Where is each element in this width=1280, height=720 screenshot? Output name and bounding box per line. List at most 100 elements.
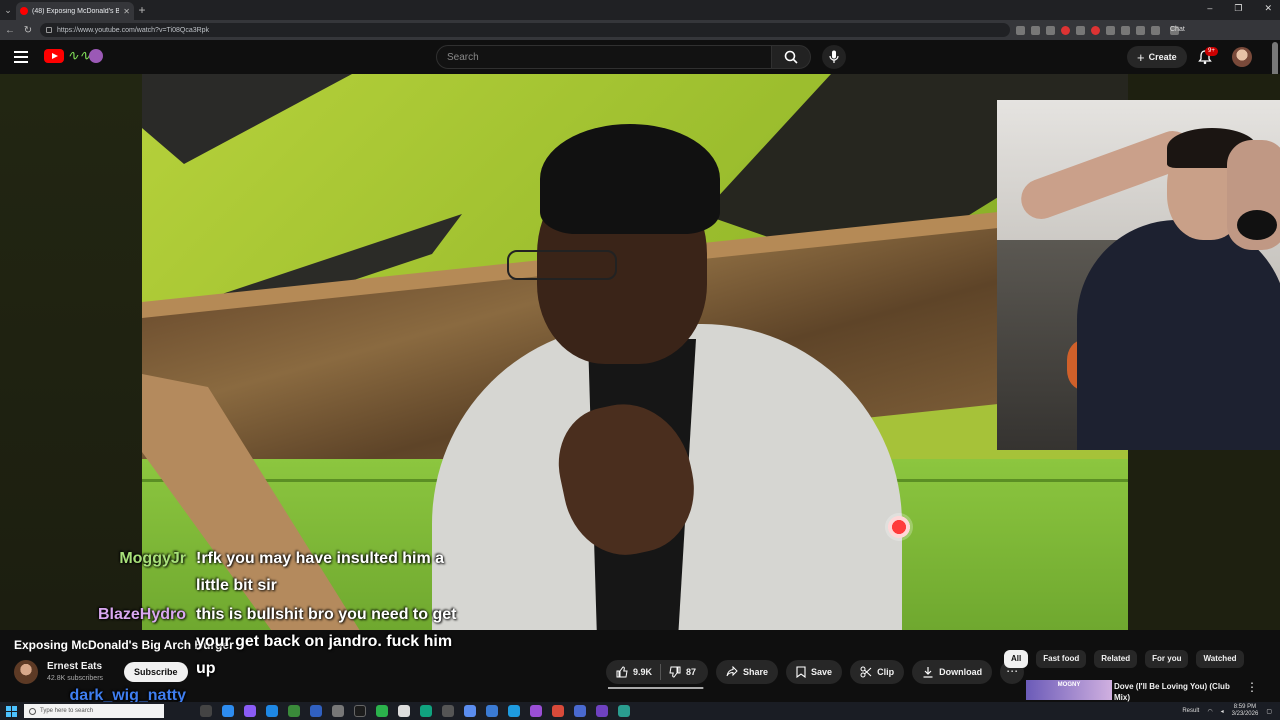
channel-avatar[interactable] xyxy=(14,660,38,684)
like-count: 9.9K xyxy=(633,667,653,677)
new-tab-plus-icon[interactable]: + xyxy=(134,3,150,17)
recommendation-title[interactable]: Dove (I'll Be Loving You) (Club Mix) xyxy=(1114,681,1240,703)
zoom-icon[interactable] xyxy=(1031,25,1040,35)
copilot-chat-button[interactable]: Chat xyxy=(1170,25,1185,35)
chat-message-line: !rfk you may have insulted him a xyxy=(196,550,445,567)
url-field[interactable]: https://www.youtube.com/watch?v=Ti08Qca3… xyxy=(40,23,1010,37)
clock-date: 3/23/2026 xyxy=(1231,711,1259,717)
windows-taskbar: Type here to search Result ◠ ◂ 8:59 PM 3… xyxy=(0,702,1280,720)
download-button[interactable]: Download xyxy=(912,660,993,684)
reload-icon[interactable]: ↻ xyxy=(22,25,34,36)
app-green-icon[interactable] xyxy=(288,705,300,717)
microphone-icon xyxy=(829,50,839,63)
like-button[interactable]: 9.9K xyxy=(616,666,660,678)
app-icon[interactable] xyxy=(486,705,498,717)
app-dark-icon[interactable] xyxy=(354,705,366,717)
app-icon[interactable] xyxy=(574,705,586,717)
profile-icon[interactable] xyxy=(1136,25,1145,35)
channel-name[interactable]: Ernest Eats xyxy=(47,661,102,672)
like-ratio-bar xyxy=(608,687,704,689)
extension-icon[interactable] xyxy=(1106,25,1115,35)
recommendation-chips: All Fast food Related For you Watched xyxy=(1004,650,1244,668)
tray-label[interactable]: Result xyxy=(1182,708,1199,714)
dislike-count: 87 xyxy=(686,667,697,677)
doodle-scribble-icon: ∿∿ xyxy=(67,48,91,64)
taskbar-clock[interactable]: 8:59 PM 3/23/2026 xyxy=(1232,704,1259,718)
chip-watched[interactable]: Watched xyxy=(1196,650,1244,668)
streamer-webcam-overlay xyxy=(997,100,1280,450)
bookmark-star-icon[interactable] xyxy=(1046,25,1055,35)
taskbar-search-input[interactable]: Type here to search xyxy=(24,704,164,718)
clip-button[interactable]: Clip xyxy=(850,660,905,684)
obs-icon[interactable] xyxy=(596,705,608,717)
app-gray-icon[interactable] xyxy=(332,705,344,717)
search-button[interactable] xyxy=(771,45,811,69)
app-blue-icon[interactable] xyxy=(310,705,322,717)
account-avatar[interactable] xyxy=(1232,47,1252,67)
youtube-favicon-icon xyxy=(20,7,28,15)
maximize-icon[interactable]: ❐ xyxy=(1234,3,1242,14)
app-icon[interactable] xyxy=(552,705,564,717)
youtube-masthead: ∿∿ Search + Create 9+ xyxy=(0,40,1280,74)
app-icon[interactable] xyxy=(530,705,542,717)
chip-for-you[interactable]: For you xyxy=(1145,650,1189,668)
hamburger-menu-icon[interactable] xyxy=(14,51,28,63)
search-icon xyxy=(784,50,798,64)
window-controls: – ❐ ✕ xyxy=(1207,3,1272,14)
app-icon[interactable] xyxy=(442,705,454,717)
subscribe-button[interactable]: Subscribe xyxy=(124,662,188,682)
dislike-button[interactable]: 87 xyxy=(669,666,704,678)
recommendation-thumbnail[interactable]: MOGNY xyxy=(1026,680,1112,700)
share-label: Share xyxy=(743,667,769,677)
tab-close-icon[interactable]: ✕ xyxy=(123,7,130,16)
recommendation-menu-icon[interactable]: ⋮ xyxy=(1246,680,1258,694)
close-window-icon[interactable]: ✕ xyxy=(1264,3,1272,14)
tab-title: (48) Exposing McDonald's Big Arch xyxy=(32,7,120,15)
back-arrow-icon[interactable]: ← xyxy=(4,25,16,36)
windows-start-icon[interactable] xyxy=(3,703,19,719)
app-purple-icon[interactable] xyxy=(244,705,256,717)
share-button[interactable]: Share xyxy=(716,660,779,684)
red-cursor-marker-icon xyxy=(885,513,913,541)
notification-count-badge: 9+ xyxy=(1205,47,1218,56)
youtube-doodle-logo[interactable]: ∿∿ xyxy=(44,48,104,64)
app-teal-icon[interactable] xyxy=(420,705,432,717)
chrome-icon[interactable] xyxy=(222,705,234,717)
task-view-icon[interactable] xyxy=(200,705,212,717)
notification-center-icon[interactable]: ▢ xyxy=(1266,708,1272,715)
wifi-icon[interactable]: ◠ xyxy=(1207,708,1212,715)
edge-icon[interactable] xyxy=(266,705,278,717)
install-app-icon[interactable] xyxy=(1016,25,1025,35)
github-icon[interactable] xyxy=(398,705,410,717)
minimize-icon[interactable]: – xyxy=(1207,3,1212,14)
download-icon xyxy=(923,667,933,678)
video-player[interactable] xyxy=(0,74,1280,630)
chat-message-line: your get back on jandro. fuck him xyxy=(196,633,453,650)
tab-list-chevron-icon[interactable]: ⌄ xyxy=(0,0,16,20)
app-icon[interactable] xyxy=(508,705,520,717)
browser-tab[interactable]: (48) Exposing McDonald's Big Arch ✕ xyxy=(16,2,134,20)
chat-message-line: this is bullshit bro you need to get xyxy=(196,606,457,623)
chip-related[interactable]: Related xyxy=(1094,650,1138,668)
adblock-extension-icon[interactable] xyxy=(1091,25,1100,35)
save-button[interactable]: Save xyxy=(786,660,843,684)
app-icon[interactable] xyxy=(464,705,476,717)
thumbs-down-icon xyxy=(669,666,681,678)
youtube-play-logo-icon xyxy=(44,49,64,63)
chip-all[interactable]: All xyxy=(1004,650,1029,668)
browser-menu-icon[interactable] xyxy=(1151,25,1160,35)
site-info-icon[interactable] xyxy=(46,27,52,33)
nvidia-icon[interactable] xyxy=(376,705,388,717)
extension-icon[interactable] xyxy=(1076,25,1085,35)
volume-icon[interactable]: ◂ xyxy=(1221,708,1224,715)
puzzle-extensions-icon[interactable] xyxy=(1121,25,1130,35)
search-input[interactable]: Search xyxy=(436,45,772,69)
chip-fast-food[interactable]: Fast food xyxy=(1036,650,1087,668)
extension-red-icon[interactable] xyxy=(1061,25,1070,35)
app-icon[interactable] xyxy=(618,705,630,717)
browser-tabbar: ⌄ (48) Exposing McDonald's Big Arch ✕ + … xyxy=(0,0,1280,20)
url-text: https://www.youtube.com/watch?v=Ti08Qca3… xyxy=(57,26,210,34)
thumbs-up-icon xyxy=(616,666,628,678)
voice-search-button[interactable] xyxy=(822,45,846,69)
create-button[interactable]: + Create xyxy=(1127,46,1187,68)
